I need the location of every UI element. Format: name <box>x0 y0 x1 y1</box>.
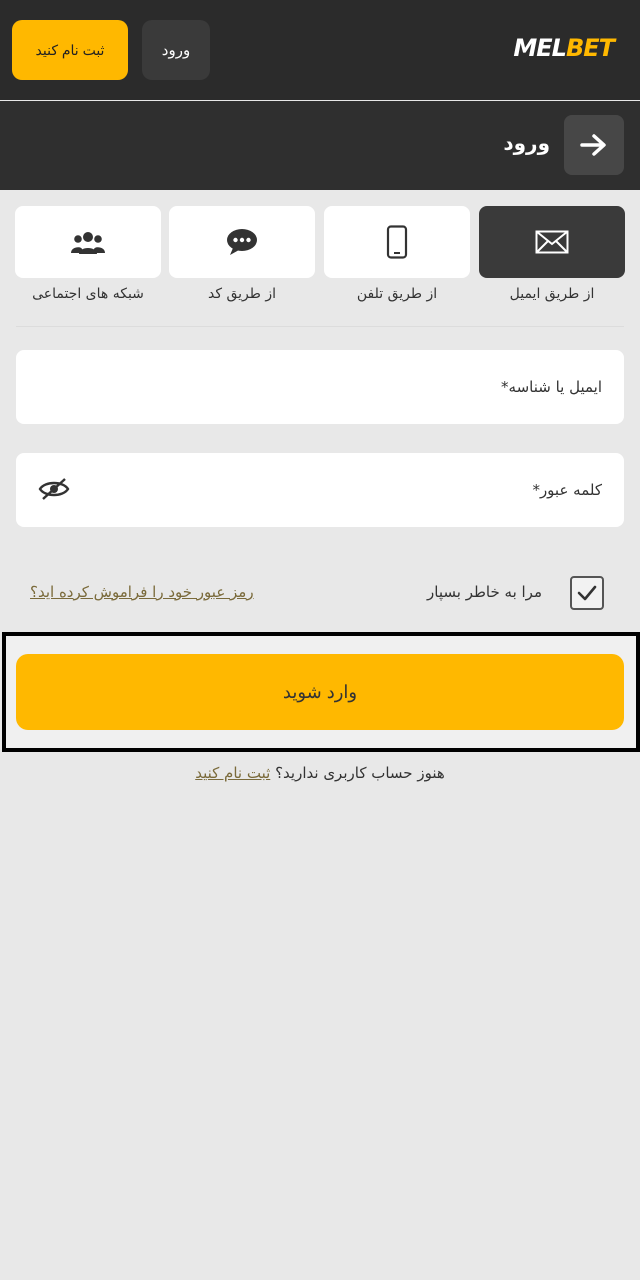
remember-me-label: مرا به خاطر بسپار <box>427 583 542 601</box>
password-field-label: کلمه عبور* <box>532 481 602 499</box>
signup-prompt: هنوز حساب کاربری ندارید؟ ثبت نام کنید <box>0 764 640 782</box>
top-bar: ثبت نام کنید ورود MELBET <box>0 0 640 100</box>
login-submit-button[interactable]: وارد شوید <box>16 654 624 730</box>
password-field[interactable]: کلمه عبور* <box>16 453 624 527</box>
method-social-button[interactable] <box>15 206 161 278</box>
arrow-right-icon <box>580 134 606 156</box>
forgot-password-link[interactable]: رمز عبور خود را فراموش کرده اید؟ <box>30 583 254 601</box>
email-field-label: ایمیل یا شناسه* <box>501 378 602 396</box>
melbet-logo[interactable]: MELBET <box>513 34 615 62</box>
group-icon <box>71 232 105 254</box>
method-phone-label: از طریق تلفن <box>356 286 438 302</box>
logo-text-mel: MEL <box>513 34 567 62</box>
page-title: ورود <box>503 131 550 155</box>
envelope-icon <box>535 230 569 254</box>
method-code-button[interactable] <box>169 206 315 278</box>
phone-icon <box>386 225 408 259</box>
back-button[interactable] <box>564 115 624 175</box>
chat-icon <box>227 229 257 255</box>
logo-text-bet: BET <box>565 34 615 62</box>
method-code-label: از طریق کد <box>207 286 276 302</box>
signup-text: هنوز حساب کاربری ندارید؟ <box>275 764 445 782</box>
eye-hidden-icon[interactable] <box>38 477 70 501</box>
login-button[interactable]: ورود <box>142 20 210 80</box>
divider <box>16 326 624 327</box>
method-email-label: از طریق ایمیل <box>509 286 595 302</box>
method-phone-button[interactable] <box>324 206 470 278</box>
method-social-label: شبکه های اجتماعی <box>32 286 144 302</box>
signup-link[interactable]: ثبت نام کنید <box>195 764 270 782</box>
register-button[interactable]: ثبت نام کنید <box>12 20 128 80</box>
remember-me-checkbox[interactable] <box>570 576 604 610</box>
method-email-button[interactable] <box>479 206 625 278</box>
email-field[interactable]: ایمیل یا شناسه* <box>16 350 624 424</box>
page-header: ورود <box>0 101 640 190</box>
checkmark-icon <box>577 585 597 601</box>
